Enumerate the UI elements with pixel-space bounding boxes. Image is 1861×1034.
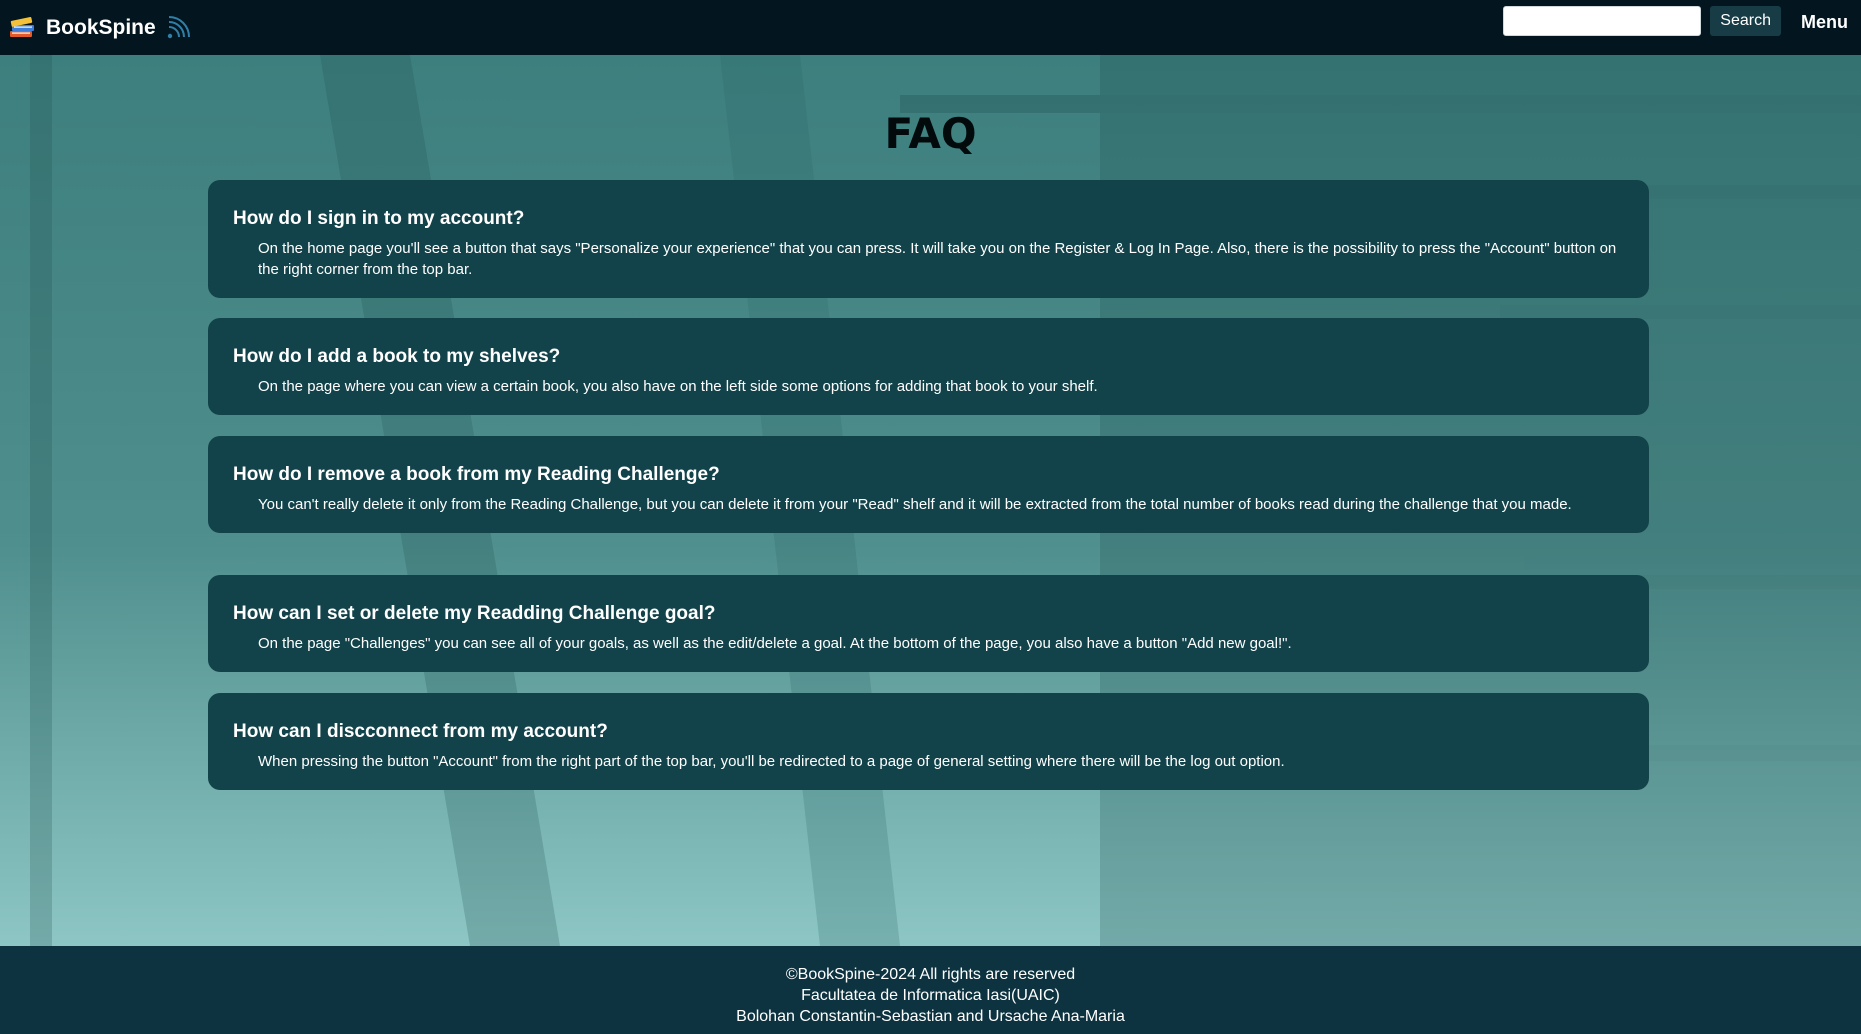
brand-name: BookSpine: [46, 15, 156, 39]
search-area: Search: [1503, 6, 1781, 36]
top-bar: BookSpine Search Menu: [0, 0, 1861, 55]
faq-item[interactable]: How do I sign in to my account? On the h…: [208, 180, 1649, 298]
rss-feed-icon[interactable]: [166, 15, 190, 40]
faq-answer: You can't really delete it only from the…: [258, 496, 1572, 513]
footer-copyright: ©BookSpine-2024 All rights are reserved: [785, 966, 1076, 983]
brand[interactable]: BookSpine: [8, 15, 190, 41]
faq-question: How do I sign in to my account?: [233, 208, 525, 229]
footer: ©BookSpine-2024 All rights are reserved …: [0, 946, 1861, 1034]
footer-authors: Bolohan Constantin-Sebastian and Ursache…: [736, 1008, 1125, 1025]
faq-answer: On the page where you can view a certain…: [258, 378, 1098, 395]
faq-item[interactable]: How do I add a book to my shelves? On th…: [208, 318, 1649, 415]
faq-section: FAQ How do I sign in to my account? On t…: [0, 55, 1861, 946]
search-button[interactable]: Search: [1710, 6, 1781, 36]
menu-button[interactable]: Menu: [1801, 12, 1848, 33]
faq-item[interactable]: How can I discconnect from my account? W…: [208, 693, 1649, 790]
faq-item[interactable]: How do I remove a book from my Reading C…: [208, 436, 1649, 533]
faq-answer: On the home page you'll see a button tha…: [258, 240, 1617, 278]
faq-question: How can I discconnect from my account?: [233, 721, 608, 742]
faq-answer: On the page "Challenges" you can see all…: [258, 635, 1292, 652]
page-title: FAQ: [884, 109, 977, 158]
faq-question: How do I add a book to my shelves?: [233, 346, 561, 367]
stacked-books-icon: [8, 15, 38, 41]
faq-item[interactable]: How can I set or delete my Readding Chal…: [208, 575, 1649, 672]
footer-institution: Facultatea de Informatica Iasi(UAIC): [801, 987, 1060, 1004]
faq-question: How do I remove a book from my Reading C…: [233, 464, 720, 485]
faq-question: How can I set or delete my Readding Chal…: [233, 603, 716, 624]
faq-answer: When pressing the button "Account" from …: [258, 753, 1285, 770]
search-input[interactable]: [1503, 6, 1702, 36]
